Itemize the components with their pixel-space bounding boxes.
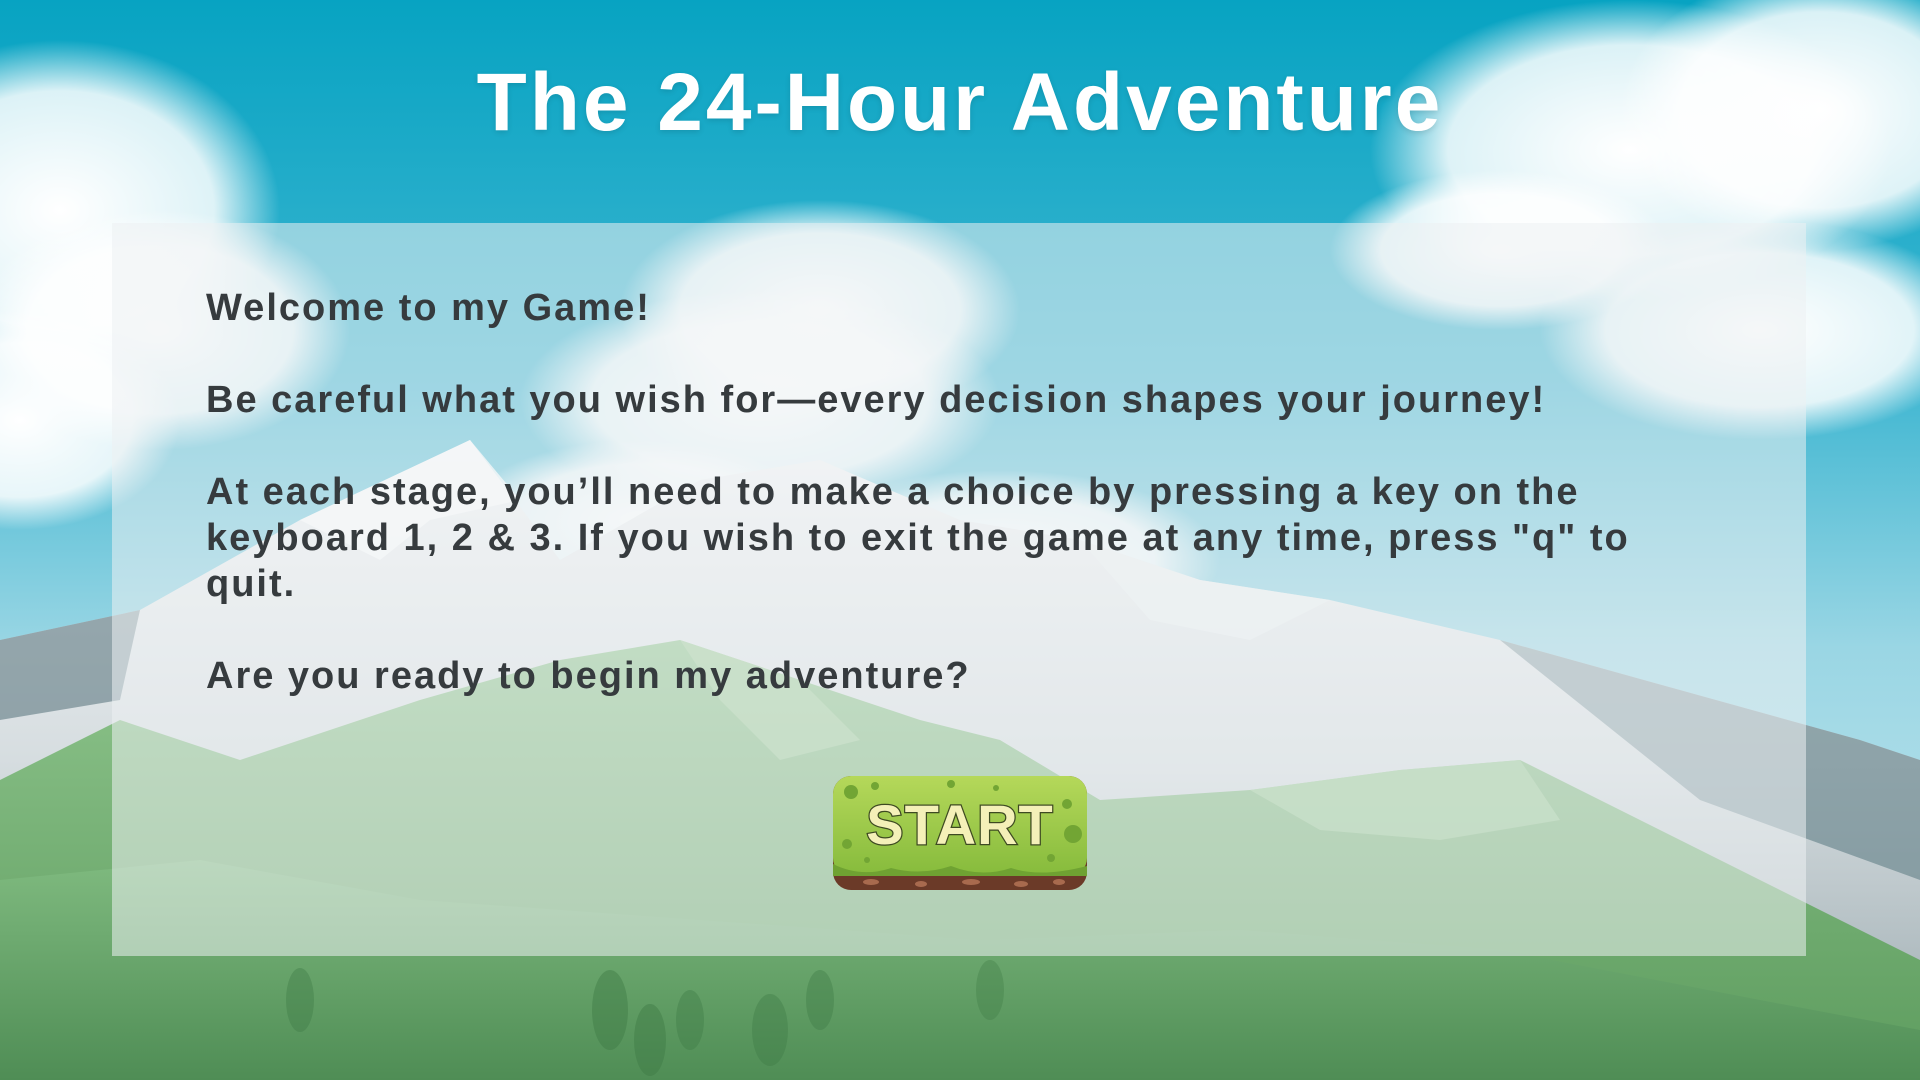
start-button[interactable]: START	[831, 774, 1089, 894]
intro-panel: Welcome to my Game! Be careful what you …	[112, 223, 1806, 956]
welcome-text: Welcome to my Game!	[206, 287, 651, 329]
ready-prompt-text: Are you ready to begin my adventure?	[206, 655, 971, 697]
instructions-text: At each stage, you’ll need to make a cho…	[206, 471, 1630, 605]
game-title: The 24-Hour Adventure	[476, 57, 1444, 148]
warning-text: Be careful what you wish for—every decis…	[206, 379, 1547, 421]
start-button-label: START	[865, 792, 1054, 858]
intro-text: Welcome to my Game! Be careful what you …	[206, 285, 1726, 745]
